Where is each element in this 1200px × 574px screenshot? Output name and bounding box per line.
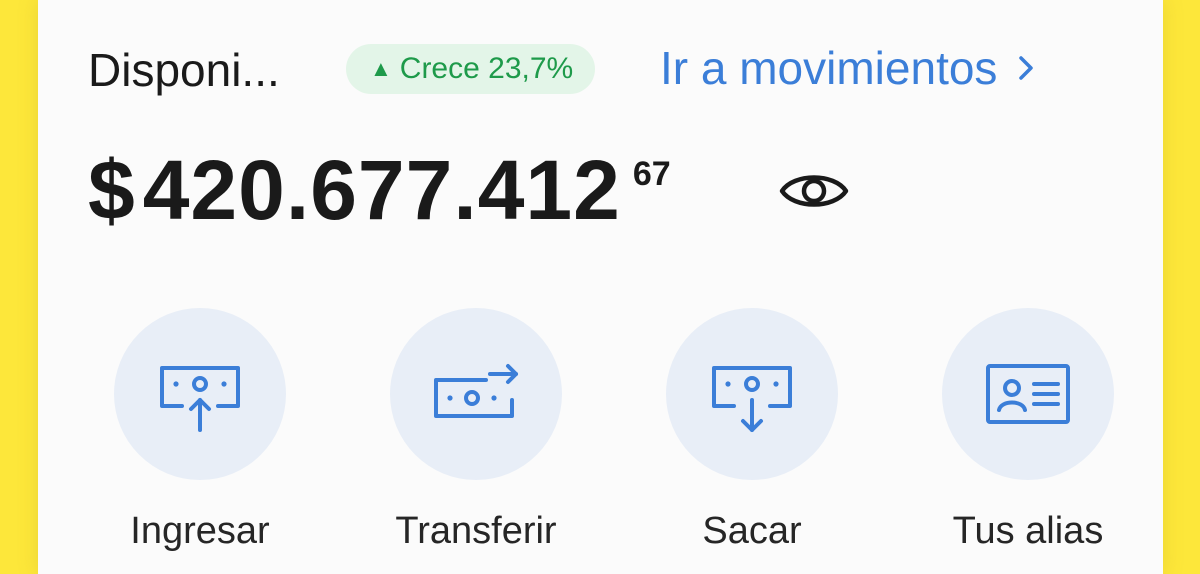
cash-deposit-icon [160, 366, 240, 432]
action-label: Tus alias [952, 510, 1104, 552]
action-transferir[interactable]: Transferir [376, 308, 576, 554]
movements-link[interactable]: Ir a movimientos [660, 40, 1037, 96]
balance-amount: $ 420.677.412 67 [88, 140, 671, 240]
growth-badge: ▲ Crece 23,7% [346, 44, 596, 94]
action-circle[interactable] [666, 308, 838, 480]
eye-icon[interactable] [778, 165, 850, 217]
action-circle[interactable] [114, 308, 286, 480]
movements-link-label: Ir a movimientos [660, 42, 998, 94]
action-sacar[interactable]: Sacar [652, 308, 852, 554]
balance-integer: 420.677.412 [142, 143, 621, 237]
action-label: Ingresar [130, 510, 270, 552]
balance-cents: 67 [632, 155, 671, 193]
cash-withdraw-icon [712, 366, 792, 432]
currency-symbol: $ [88, 143, 135, 237]
action-ingresar[interactable]: Ingresar [100, 308, 300, 554]
cash-transfer-icon [434, 364, 518, 418]
balance-card: Disponi... ▲ Crece 23,7% Ir a movimiento… [38, 0, 1163, 574]
growth-text: Crece 23,7% [399, 52, 574, 85]
action-circle[interactable] [942, 308, 1114, 480]
action-circle[interactable] [390, 308, 562, 480]
available-label: Disponi... [88, 44, 280, 96]
action-tus-alias[interactable]: Tus alias [928, 308, 1128, 554]
action-label: Sacar [702, 510, 802, 552]
id-card-icon [986, 364, 1070, 424]
quick-actions: Ingresar Transferir Sacar Tus alias [100, 308, 1114, 568]
action-label: Transferir [395, 510, 557, 552]
chevron-right-icon [1019, 56, 1034, 80]
arrow-up-icon: ▲ [370, 56, 392, 81]
